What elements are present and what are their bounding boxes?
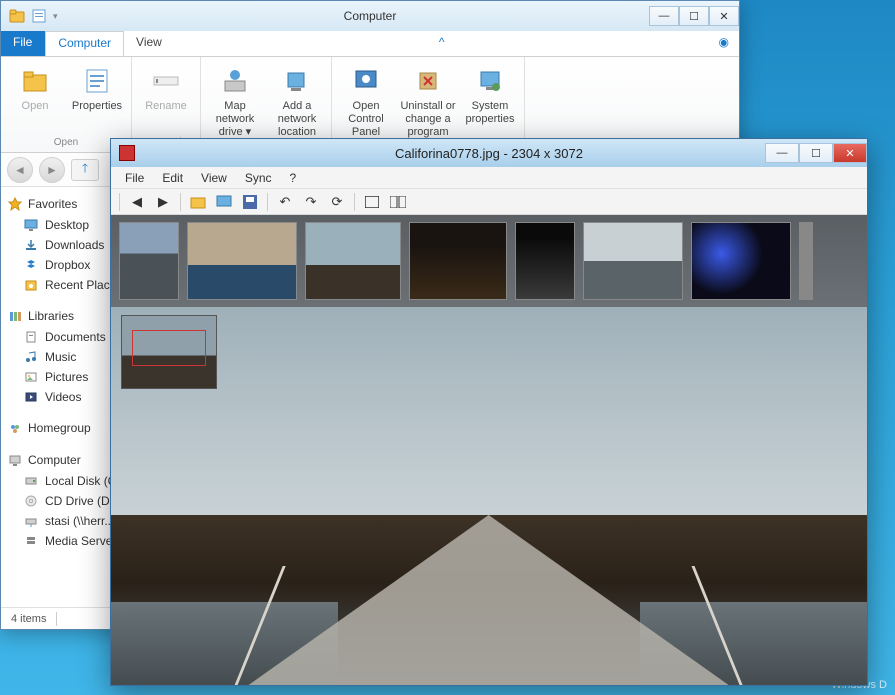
menu-sync[interactable]: Sync xyxy=(237,169,280,187)
thumbnail-golden-gate[interactable] xyxy=(187,222,297,300)
ribbon-open-icon: Open xyxy=(7,61,63,137)
viewer-close-button[interactable]: ✕ xyxy=(833,143,867,163)
viewer-toolbar: ◀ ▶ ↶ ↷ ⟳ xyxy=(111,189,867,215)
server-icon xyxy=(23,533,39,549)
navigator-overlay[interactable] xyxy=(121,315,217,389)
displayed-photo xyxy=(111,307,867,685)
undo-icon[interactable]: ↶ xyxy=(274,192,296,212)
main-image-view[interactable] xyxy=(111,307,867,685)
help-icon[interactable]: ◉ xyxy=(709,31,739,56)
menu-edit[interactable]: Edit xyxy=(154,169,191,187)
dropdown-icon[interactable]: ▾ xyxy=(53,11,58,22)
tab-view[interactable]: View xyxy=(124,31,175,56)
ribbon-system-props-icon[interactable]: System properties xyxy=(462,61,518,140)
save-icon[interactable] xyxy=(239,192,261,212)
ribbon-properties-icon[interactable]: Properties xyxy=(69,61,125,137)
recent-icon xyxy=(23,277,39,293)
desktop-icon xyxy=(23,217,39,233)
fullscreen-icon[interactable] xyxy=(361,192,383,212)
menu-file[interactable]: File xyxy=(117,169,152,187)
document-icon xyxy=(23,329,39,345)
forward-button[interactable]: ► xyxy=(39,157,65,183)
thumbnail-ferris-night[interactable] xyxy=(691,222,791,300)
disk-icon xyxy=(23,473,39,489)
uninstall-icon xyxy=(412,65,444,97)
ribbon-map-drive-icon[interactable]: Map network drive ▾ xyxy=(207,61,263,140)
maximize-button[interactable]: ☐ xyxy=(679,6,709,26)
thumbnail-building[interactable] xyxy=(119,222,179,300)
properties-icon xyxy=(81,65,113,97)
menu-help[interactable]: ? xyxy=(282,169,305,187)
navigator-viewport-rect[interactable] xyxy=(132,330,206,366)
ribbon-tabs: File Computer View ^ ◉ xyxy=(1,31,739,57)
ribbon-label: Add a network location xyxy=(269,100,325,140)
explorer-titlebar[interactable]: ▾ Computer — ☐ ✕ xyxy=(1,1,739,31)
rename-icon xyxy=(150,65,182,97)
ribbon-label: Uninstall or change a program xyxy=(400,100,456,140)
compare-icon[interactable] xyxy=(387,192,409,212)
thumbnail-boardwalk[interactable] xyxy=(305,222,401,300)
picture-icon xyxy=(23,369,39,385)
folder-icon xyxy=(9,8,25,24)
app-icon xyxy=(119,145,135,161)
ribbon-label: System properties xyxy=(462,100,518,126)
ribbon-control-panel-icon[interactable]: Open Control Panel xyxy=(338,61,394,140)
image-viewer-window: Califorina0778.jpg - 2304 x 3072 — ☐ ✕ F… xyxy=(110,138,868,686)
open-icon xyxy=(19,65,51,97)
computer-icon xyxy=(7,452,23,468)
next-image-button[interactable]: ▶ xyxy=(152,192,174,212)
viewer-titlebar[interactable]: Califorina0778.jpg - 2304 x 3072 — ☐ ✕ xyxy=(111,139,867,167)
video-icon xyxy=(23,389,39,405)
thumbnail-city-night[interactable] xyxy=(409,222,507,300)
explorer-title: Computer xyxy=(344,9,397,23)
tab-file[interactable]: File xyxy=(1,31,45,56)
thumbnail-coast-tree[interactable] xyxy=(583,222,683,300)
prev-image-button[interactable]: ◀ xyxy=(126,192,148,212)
up-button[interactable]: 🡑 xyxy=(71,159,99,181)
map-drive-icon xyxy=(219,65,251,97)
ribbon-label: Rename xyxy=(145,100,187,113)
ribbon-add-location-icon[interactable]: Add a network location xyxy=(269,61,325,140)
ribbon-rename-icon: Rename xyxy=(138,61,194,137)
item-count: 4 items xyxy=(11,613,46,625)
tab-computer[interactable]: Computer xyxy=(45,31,124,56)
close-button[interactable]: ✕ xyxy=(709,6,739,26)
library-icon xyxy=(7,308,23,324)
ribbon-uninstall-icon[interactable]: Uninstall or change a program xyxy=(400,61,456,140)
properties-icon[interactable] xyxy=(31,8,47,24)
add-location-icon xyxy=(281,65,313,97)
control-panel-icon xyxy=(350,65,382,97)
thumbnail-tower-night[interactable] xyxy=(515,222,575,300)
back-button[interactable]: ◄ xyxy=(7,157,33,183)
quick-access-toolbar: ▾ xyxy=(1,8,66,24)
desktop-icon[interactable] xyxy=(213,192,235,212)
thumbnail-strip[interactable] xyxy=(111,215,867,307)
music-icon xyxy=(23,349,39,365)
ribbon-label: Open xyxy=(22,100,49,113)
menu-view[interactable]: View xyxy=(193,169,235,187)
rotate-icon[interactable]: ⟳ xyxy=(326,192,348,212)
star-icon xyxy=(7,196,23,212)
viewer-minimize-button[interactable]: — xyxy=(765,143,799,163)
viewer-menubar: FileEditViewSync? xyxy=(111,167,867,189)
homegroup-icon xyxy=(7,420,23,436)
ribbon-label: Map network drive ▾ xyxy=(207,100,263,140)
ribbon-collapse-icon[interactable]: ^ xyxy=(429,31,455,56)
system-props-icon xyxy=(474,65,506,97)
cd-icon xyxy=(23,493,39,509)
ribbon-group-label: Open xyxy=(7,137,125,150)
ribbon-label: Open Control Panel xyxy=(338,100,394,140)
download-icon xyxy=(23,237,39,253)
thumbnail-partial[interactable] xyxy=(799,222,813,300)
redo-icon[interactable]: ↷ xyxy=(300,192,322,212)
dropbox-icon xyxy=(23,257,39,273)
network-drive-icon xyxy=(23,513,39,529)
viewer-title: Califorina0778.jpg - 2304 x 3072 xyxy=(395,146,583,161)
open-folder-icon[interactable] xyxy=(187,192,209,212)
minimize-button[interactable]: — xyxy=(649,6,679,26)
viewer-maximize-button[interactable]: ☐ xyxy=(799,143,833,163)
ribbon-label: Properties xyxy=(72,100,122,113)
